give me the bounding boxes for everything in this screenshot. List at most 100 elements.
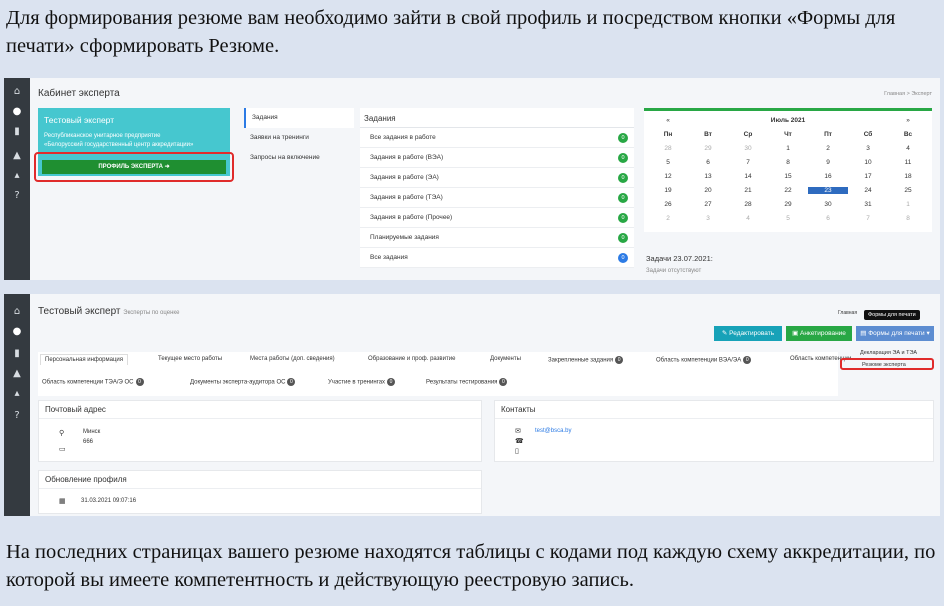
calendar-day[interactable]: 2 <box>648 215 688 222</box>
calendar-day[interactable]: 13 <box>688 173 728 180</box>
tab-documents[interactable]: Документы <box>490 356 521 362</box>
question-icon[interactable]: ? <box>11 410 23 422</box>
calendar-day[interactable]: 6 <box>688 159 728 166</box>
prev-month-button[interactable]: « <box>648 117 688 124</box>
calendar-day[interactable]: 24 <box>848 187 888 194</box>
task-row[interactable]: Задания в работе (ТЭА) 0 <box>360 188 634 208</box>
tab-personal[interactable]: Персональная информация <box>40 354 129 365</box>
calendar-day[interactable]: 11 <box>888 159 928 166</box>
task-row[interactable]: Все задания в работе 0 <box>360 128 634 148</box>
tab-auditor-docs[interactable]: Документы эксперта-аудитора ОС 0 <box>190 378 296 386</box>
count-badge: 0 <box>618 213 628 223</box>
expert-cabinet-screenshot: ⌂ ● ▮ ▲ ▴ ? Кабинет эксперта Главная > Э… <box>4 78 940 280</box>
print-forms-button[interactable]: ▤ Формы для печати ▾ <box>856 326 934 341</box>
university-icon[interactable]: ▲ <box>11 368 23 380</box>
calendar-day[interactable]: 8 <box>768 159 808 166</box>
bell-icon[interactable]: ▴ <box>11 170 23 182</box>
survey-button[interactable]: ▣ Анкетирование <box>786 326 852 341</box>
calendar-day[interactable]: 2 <box>808 145 848 152</box>
calendar-day[interactable]: 21 <box>728 187 768 194</box>
sidebar: ⌂ ● ▮ ▲ ▴ ? <box>4 294 30 516</box>
mobile-icon: ▯ <box>515 447 519 455</box>
breadcrumb[interactable]: Главная > Эксперт <box>884 91 932 97</box>
calendar-day[interactable]: 4 <box>728 215 768 222</box>
calendar-day[interactable]: 14 <box>728 173 768 180</box>
calendar-day[interactable]: 1 <box>768 145 808 152</box>
home-icon[interactable]: ⌂ <box>11 306 23 318</box>
calendar-day[interactable]: 1 <box>888 201 928 208</box>
task-row[interactable]: Задания в работе (ЭА) 0 <box>360 168 634 188</box>
calendar-day[interactable]: 28 <box>648 145 688 152</box>
tab-jobs[interactable]: Места работы (доп. сведения) <box>250 356 335 362</box>
calendar-day[interactable]: 8 <box>888 215 928 222</box>
calendar-day[interactable]: 16 <box>808 173 848 180</box>
expert-name: Тестовый эксперт <box>44 115 115 125</box>
calendar-day[interactable]: 20 <box>688 187 728 194</box>
calendar-day[interactable]: 7 <box>728 159 768 166</box>
calendar-day[interactable]: 29 <box>768 201 808 208</box>
calendar-day[interactable]: 31 <box>848 201 888 208</box>
edit-button[interactable]: ✎ Редактировать <box>714 326 782 341</box>
email-link[interactable]: test@bsca.by <box>535 428 571 434</box>
calendar-day[interactable]: 19 <box>648 187 688 194</box>
calendar-day[interactable]: 9 <box>808 159 848 166</box>
calendar-day[interactable]: 5 <box>768 215 808 222</box>
question-icon[interactable]: ? <box>11 190 23 202</box>
calendar-day[interactable]: 12 <box>648 173 688 180</box>
tab-trainings[interactable]: Участие в тренингах 0 <box>328 378 396 386</box>
book-icon[interactable]: ▮ <box>11 348 23 360</box>
menu-item-trainings[interactable]: Заявки на тренинги <box>244 128 354 148</box>
calendar-day[interactable]: 3 <box>848 145 888 152</box>
calendar-day[interactable]: 5 <box>648 159 688 166</box>
book-icon[interactable]: ▮ <box>11 126 23 138</box>
tab-assigned[interactable]: Закрепленные задания 0 <box>548 356 624 364</box>
home-icon[interactable]: ⌂ <box>11 86 23 98</box>
page-title: Кабинет эксперта <box>38 88 120 99</box>
tab-competence-tea[interactable]: Область компетенции ТЭА/Э ОС 0 <box>42 378 144 386</box>
calendar-day[interactable]: 7 <box>848 215 888 222</box>
calendar-day[interactable]: 23 <box>808 187 848 194</box>
calendar-day[interactable]: 30 <box>728 145 768 152</box>
calendar-day[interactable]: 15 <box>768 173 808 180</box>
calendar-day[interactable]: 30 <box>808 201 848 208</box>
user-icon[interactable]: ● <box>11 106 23 118</box>
task-row[interactable]: Задания в работе (ВЭА) 0 <box>360 148 634 168</box>
calendar-day[interactable]: 25 <box>888 187 928 194</box>
menu-item-tasks[interactable]: Задания <box>244 108 354 128</box>
dropdown-declaration[interactable]: Декларация ЭА и ТЭА <box>860 350 917 356</box>
count-badge: 0 <box>618 133 628 143</box>
user-icon[interactable]: ● <box>11 326 23 338</box>
postal-code: 666 <box>83 439 94 445</box>
tab-test-results[interactable]: Результаты тестирования 0 <box>426 378 508 386</box>
expert-profile-screenshot: ⌂ ● ▮ ▲ ▴ ? Тестовый эксперт Эксперты по… <box>4 294 940 516</box>
calendar-day[interactable]: 22 <box>768 187 808 194</box>
info-paragraph: На последних страницах вашего резюме нах… <box>6 541 936 591</box>
tasks-empty: Задачи отсутствуют <box>646 268 702 274</box>
tab-education[interactable]: Образование и проф. развитие <box>368 356 455 362</box>
tab-current-job[interactable]: Текущее место работы <box>158 356 222 362</box>
calendar-day[interactable]: 10 <box>848 159 888 166</box>
breadcrumb[interactable]: Главная <box>838 310 857 316</box>
calendar-day[interactable]: 27 <box>688 201 728 208</box>
task-row[interactable]: Планируемые задания 0 <box>360 228 634 248</box>
tasks-header: Задания <box>360 108 634 128</box>
update-card: Обновление профиля ▦ 31.03.2021 09:07:16 <box>38 470 482 514</box>
bell-icon[interactable]: ▴ <box>11 388 23 400</box>
task-row[interactable]: Задания в работе (Прочее) 0 <box>360 208 634 228</box>
calendar-day[interactable]: 18 <box>888 173 928 180</box>
count-badge: 0 <box>618 233 628 243</box>
university-icon[interactable]: ▲ <box>11 150 23 162</box>
update-date: 31.03.2021 09:07:16 <box>81 498 137 504</box>
calendar-day[interactable]: 28 <box>728 201 768 208</box>
calendar-day[interactable]: 4 <box>888 145 928 152</box>
calendar-day[interactable]: 26 <box>648 201 688 208</box>
calendar-day[interactable]: 17 <box>848 173 888 180</box>
calendar: « Июль 2021 » Пн Вт Ср Чт Пт Сб Вс 28 29 30 1 2 3 4 5… <box>644 108 932 232</box>
tab-competence-vea[interactable]: Область компетенции ВЭА/ЭА 0 <box>656 356 752 364</box>
calendar-day[interactable]: 6 <box>808 215 848 222</box>
menu-item-requests[interactable]: Запросы на включение <box>244 148 354 168</box>
calendar-day[interactable]: 29 <box>688 145 728 152</box>
calendar-day[interactable]: 3 <box>688 215 728 222</box>
next-month-button[interactable]: » <box>888 117 928 124</box>
task-row[interactable]: Все задания 0 <box>360 248 634 268</box>
